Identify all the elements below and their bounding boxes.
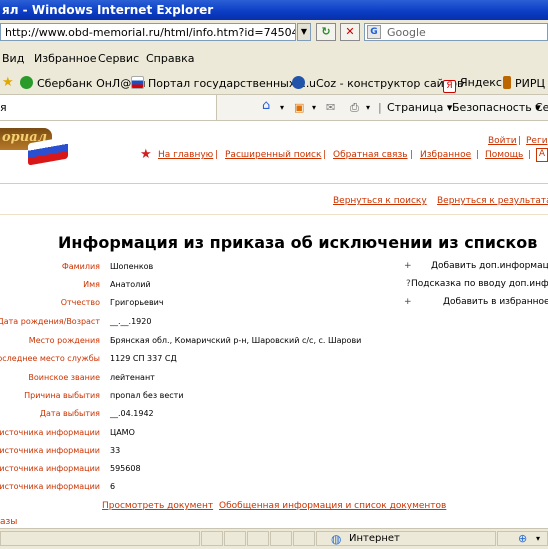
view-document-link[interactable]: Просмотреть документ [102,501,213,511]
add-favorite-plus-icon: + [404,297,412,307]
status-bar: ◍ Интернет ⊕ ▾ [0,528,548,549]
footer-fragment: азы [0,517,18,527]
document-links: Просмотреть документ Обобщенная информац… [0,501,548,515]
zone-cell: ◍ Интернет [316,531,496,546]
globe-icon: ◍ [331,532,342,546]
zone-label: Интернет [349,533,400,544]
record-actions: + Добавить доп.информаци ? Подсказка по … [0,0,548,548]
status-text-cell [0,531,200,546]
add-favorite-link[interactable]: Добавить в избранное [443,297,548,307]
hint-link[interactable]: Подсказка по вводу доп.инфор [411,279,548,289]
add-info-plus-icon: + [404,261,412,271]
add-info-link[interactable]: Добавить доп.информаци [431,261,548,271]
zoom-icon: ⊕ [518,532,528,545]
summary-link[interactable]: Обобщенная информация и список документо… [219,501,446,511]
zoom-cell[interactable]: ⊕ ▾ [497,531,548,546]
zoom-dropdown-icon: ▾ [536,534,541,543]
